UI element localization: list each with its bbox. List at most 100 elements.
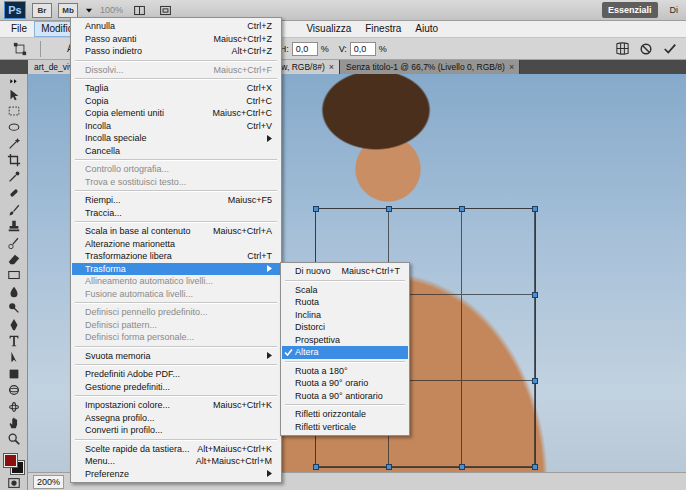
menu-item[interactable]: Dissolvi...Maiusc+Ctrl+F [72, 64, 280, 77]
cancel-button[interactable] [636, 40, 656, 58]
menu-item[interactable]: Converti in profilo... [72, 424, 280, 437]
warp-handle[interactable] [459, 206, 465, 212]
menu-item[interactable]: Copia elementi unitiMaiusc+Ctrl+C [72, 107, 280, 120]
tool-button[interactable] [4, 170, 24, 184]
tool-button[interactable] [4, 285, 24, 299]
menu-item[interactable]: Fusione automatica livelli... [72, 288, 280, 301]
tool-button[interactable] [4, 88, 24, 102]
menu-item[interactable]: Traccia... [72, 207, 280, 220]
submenu-item[interactable]: Prospettiva [282, 334, 408, 347]
submenu-item[interactable]: Rifletti orizzontale [282, 408, 408, 421]
menu-item[interactable]: Riempi...Maiusc+F5 [72, 194, 280, 207]
transform-input[interactable]: 0,0 [292, 42, 318, 56]
tool-button[interactable] [4, 416, 24, 430]
menu-item[interactable]: Scala in base al contenutoMaiusc+Ctrl+A [72, 225, 280, 238]
menu-item[interactable]: Menu...Alt+Maiusc+Ctrl+M [72, 455, 280, 468]
commit-button[interactable] [660, 40, 680, 58]
tool-preset-button[interactable] [10, 40, 30, 58]
warp-handle[interactable] [532, 378, 538, 384]
warp-button[interactable] [612, 40, 632, 58]
menu-item[interactable]: Trova e sostituisci testo... [72, 176, 280, 189]
color-swatches[interactable] [3, 453, 25, 474]
tool-button[interactable] [4, 137, 24, 151]
tool-button[interactable] [4, 186, 24, 200]
document-tab[interactable]: Senza titolo-1 @ 66,7% (Livello 0, RGB/8… [340, 60, 520, 74]
menu-item[interactable]: IncollaCtrl+V [72, 120, 280, 133]
submenu-item[interactable]: Altera [282, 346, 408, 359]
tool-button[interactable] [4, 301, 24, 315]
menu-item[interactable]: Allineamento automatico livelli... [72, 275, 280, 288]
submenu-item[interactable]: Inclina [282, 309, 408, 322]
zoom-level[interactable]: 100% [100, 5, 123, 15]
menu-item[interactable]: Definisci forma personale... [72, 331, 280, 344]
menu-item[interactable]: Controllo ortografia... [72, 163, 280, 176]
submenu-item[interactable]: Ruota [282, 296, 408, 309]
tool-button[interactable] [4, 202, 24, 216]
warp-handle[interactable] [532, 206, 538, 212]
menu-item[interactable]: Cancella [72, 145, 280, 158]
launcher-button[interactable]: Br [32, 3, 52, 18]
menu-title[interactable]: Finestra [358, 21, 408, 37]
tool-button[interactable] [4, 219, 24, 233]
submenu-item[interactable]: Di nuovoMaiusc+Ctrl+T [282, 265, 408, 278]
tool-button[interactable] [4, 120, 24, 134]
submenu-item[interactable]: Ruota a 90° orario [282, 377, 408, 390]
tool-button[interactable] [4, 153, 24, 167]
menu-item[interactable]: AnnullaCtrl+Z [72, 20, 280, 33]
warp-handle[interactable] [313, 464, 319, 470]
menu-item[interactable]: CopiaCtrl+C [72, 95, 280, 108]
menu-item[interactable]: Definisci pattern... [72, 319, 280, 332]
submenu-item[interactable]: Scala [282, 284, 408, 297]
quick-mask-button[interactable] [4, 476, 24, 490]
workspace-button[interactable]: Di [664, 2, 685, 18]
menu-item[interactable]: Incolla speciale [72, 132, 280, 145]
menu-title[interactable]: File [4, 21, 34, 37]
tool-button[interactable] [4, 268, 24, 282]
foreground-swatch[interactable] [4, 454, 17, 467]
tool-button[interactable] [4, 235, 24, 249]
tool-button[interactable] [4, 383, 24, 397]
menu-item[interactable]: Trasformazione liberaCtrl+T [72, 250, 280, 263]
transform-input[interactable]: 0,0 [350, 42, 376, 56]
menu-item[interactable]: Gestione predefiniti... [72, 381, 280, 394]
menu-title[interactable]: Visualizza [299, 21, 358, 37]
menu-title[interactable]: Aiuto [408, 21, 445, 37]
tool-button[interactable] [4, 334, 24, 348]
menu-item[interactable]: Svuota memoria [72, 350, 280, 363]
tool-button[interactable] [4, 432, 24, 446]
submenu-item[interactable]: Ruota a 90° antiorario [282, 390, 408, 403]
menu-item[interactable]: TagliaCtrl+X [72, 82, 280, 95]
menu-item[interactable]: Passo avantiMaiusc+Ctrl+Z [72, 33, 280, 46]
launcher-button[interactable]: Mb [58, 3, 78, 18]
warp-handle[interactable] [313, 206, 319, 212]
warp-handle[interactable] [386, 464, 392, 470]
tab-close-button[interactable]: × [509, 62, 514, 72]
menu-item[interactable]: Impostazioni colore...Maiusc+Ctrl+K [72, 399, 280, 412]
menu-item[interactable]: Alterazione marionetta [72, 238, 280, 251]
tool-button[interactable] [4, 252, 24, 266]
menu-item[interactable]: Assegna profilo... [72, 412, 280, 425]
tool-button[interactable] [4, 367, 24, 381]
tool-button[interactable] [4, 399, 24, 413]
crop-tool-icon [7, 153, 21, 167]
menu-item[interactable]: Definisci pennello predefinito... [72, 306, 280, 319]
tool-button[interactable] [4, 104, 24, 118]
warp-handle[interactable] [386, 206, 392, 212]
menu-item[interactable]: Trasforma [72, 263, 280, 276]
menu-item[interactable]: Predefiniti Adobe PDF... [72, 368, 280, 381]
workspace-button[interactable]: Essenziali [602, 2, 658, 18]
status-zoom[interactable]: 200% [33, 475, 64, 489]
menu-item[interactable]: Preferenze [72, 468, 280, 481]
submenu-item[interactable]: Distorci [282, 321, 408, 334]
submenu-arrow-icon [267, 352, 272, 359]
warp-handle[interactable] [459, 464, 465, 470]
menu-item[interactable]: Passo indietroAlt+Ctrl+Z [72, 45, 280, 58]
tool-button[interactable] [4, 350, 24, 364]
tool-button[interactable] [4, 317, 24, 331]
warp-handle[interactable] [532, 292, 538, 298]
warp-handle[interactable] [532, 464, 538, 470]
menu-item[interactable]: Scelte rapide da tastiera...Alt+Maiusc+C… [72, 443, 280, 456]
submenu-item[interactable]: Rifletti verticale [282, 421, 408, 434]
submenu-item[interactable]: Ruota a 180° [282, 365, 408, 378]
tab-close-button[interactable]: × [329, 62, 334, 72]
